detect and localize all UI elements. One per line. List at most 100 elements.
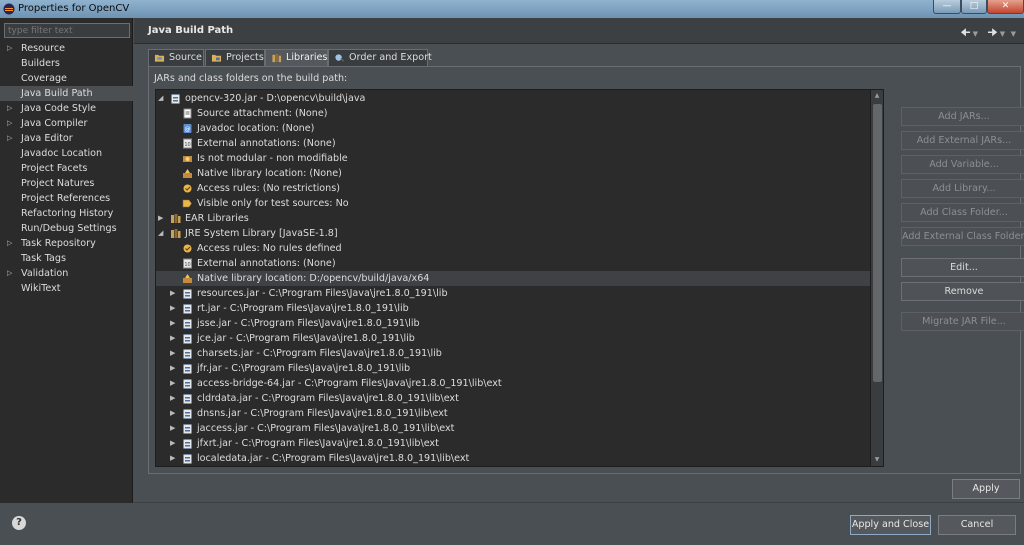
tree-row[interactable]: Native library location: D:/opencv/build… [156,271,870,286]
tree-scrollbar[interactable]: ▲ ▼ [870,90,883,466]
add-class-folder-button[interactable]: Add Class Folder... [901,203,1024,222]
edit-button[interactable]: Edit... [901,258,1024,277]
maximize-button[interactable]: □ [961,0,987,14]
chevron-right-icon[interactable]: ▷ [7,266,12,281]
tree-row[interactable]: Source attachment: (None) [156,106,870,121]
collapsed-twisty-icon[interactable]: ▶ [170,316,175,331]
scroll-thumb[interactable] [873,104,882,382]
apply-and-close-button[interactable]: Apply and Close [850,515,931,535]
tree-row-label: JRE System Library [JavaSE-1.8] [185,228,338,239]
view-menu-icon[interactable]: ▼ [1011,30,1016,38]
add-variable-button[interactable]: Add Variable... [901,155,1024,174]
tree-row[interactable]: ▶ jsse.jar - C:\Program Files\Java\jre1.8… [156,316,870,331]
tree-row[interactable]: ▶ charsets.jar - C:\Program Files\Java\jr… [156,346,870,361]
tree-row[interactable]: ▶ resources.jar - C:\Program Files\Java\j… [156,286,870,301]
add-external-class-folder-button[interactable]: Add External Class Folder... [901,227,1024,246]
tree-row[interactable]: Is not modular - non modifiable [156,151,870,166]
nav-item[interactable]: ▷ Java Code Style [0,101,133,116]
nav-item[interactable]: Java Build Path [0,86,133,101]
tab-projects[interactable]: Projects [205,49,265,66]
collapsed-twisty-icon[interactable]: ▶ [170,391,175,406]
tree-row[interactable]: ▶ rt.jar - C:\Program Files\Java\jre1.8.0… [156,301,870,316]
tree-row[interactable]: ◢ opencv-320.jar - D:\opencv\build\java [156,91,870,106]
add-library-button[interactable]: Add Library... [901,179,1024,198]
chevron-right-icon[interactable]: ▷ [7,131,12,146]
remove-button[interactable]: Remove [901,282,1024,301]
tree-row[interactable]: ▶ jfr.jar - C:\Program Files\Java\jre1.8.… [156,361,870,376]
nav-item[interactable]: ▷ Task Repository [0,236,133,251]
back-arrow-icon[interactable]: 🠈 [960,26,970,39]
migrate-jar-button[interactable]: Migrate JAR File... [901,312,1024,331]
chevron-right-icon[interactable]: ▷ [7,41,12,56]
scroll-up-icon[interactable]: ▲ [871,90,883,102]
tree-row[interactable]: ▶ access-bridge-64.jar - C:\Program Files… [156,376,870,391]
collapsed-twisty-icon[interactable]: ▶ [170,406,175,421]
chevron-down-icon[interactable]: ▼ [973,30,978,38]
tree-row[interactable]: ▶ dnsns.jar - C:\Program Files\Java\jre1.… [156,406,870,421]
chevron-down-icon[interactable]: ▼ [1000,30,1005,38]
tree-row[interactable]: Visible only for test sources: No [156,196,870,211]
tree-row[interactable]: 10 External annotations: (None) [156,136,870,151]
apply-button[interactable]: Apply [952,479,1020,499]
tree-row[interactable]: ◢ JRE System Library [JavaSE-1.8] [156,226,870,241]
collapsed-twisty-icon[interactable]: ▶ [170,451,175,466]
chevron-right-icon[interactable]: ▷ [7,101,12,116]
collapsed-twisty-icon[interactable]: ▶ [170,376,175,391]
tree-row[interactable]: ▶ jce.jar - C:\Program Files\Java\jre1.8.… [156,331,870,346]
expanded-twisty-icon[interactable]: ◢ [158,91,163,106]
collapsed-twisty-icon[interactable]: ▶ [170,436,175,451]
nav-item[interactable]: ▷ Validation [0,266,133,281]
nav-item-label: Resource [21,43,65,54]
cancel-button[interactable]: Cancel [938,515,1016,535]
filter-input[interactable] [4,23,130,38]
nav-item[interactable]: ▷ Java Editor [0,131,133,146]
collapsed-twisty-icon[interactable]: ▶ [170,331,175,346]
chevron-right-icon[interactable]: ▷ [7,236,12,251]
minimize-button[interactable]: — [933,0,961,14]
tree-row[interactable]: ▶ EAR Libraries [156,211,870,226]
tree-row-label: access-bridge-64.jar - C:\Program Files\… [197,378,502,389]
help-icon[interactable]: ? [12,516,26,530]
tree-row-label: rt.jar - C:\Program Files\Java\jre1.8.0_… [197,303,409,314]
forward-arrow-icon[interactable]: 🠊 [987,26,997,39]
tree-row[interactable]: Native library location: (None) [156,166,870,181]
nav-item[interactable]: Coverage [0,71,133,86]
collapsed-twisty-icon[interactable]: ▶ [158,211,163,226]
collapsed-twisty-icon[interactable]: ▶ [170,286,175,301]
nav-item-label: WikiText [21,283,61,294]
collapsed-twisty-icon[interactable]: ▶ [170,301,175,316]
close-button[interactable]: ✕ [987,0,1024,14]
nav-item[interactable]: Project Facets [0,161,133,176]
tree-row[interactable]: 10 External annotations: (None) [156,256,870,271]
tree-row[interactable]: ▶ jaccess.jar - C:\Program Files\Java\jre… [156,421,870,436]
nav-item[interactable]: Refactoring History [0,206,133,221]
native-library-icon [182,168,193,179]
nav-item[interactable]: ▷ Resource [0,41,133,56]
nav-item[interactable]: Javadoc Location [0,146,133,161]
tree-row[interactable]: ▶ jfxrt.jar - C:\Program Files\Java\jre1.… [156,436,870,451]
tab-libraries[interactable]: Libraries [265,49,328,67]
add-external-jars-button[interactable]: Add External JARs... [901,131,1024,150]
tree-row[interactable]: ▶ localedata.jar - C:\Program Files\Java\… [156,451,870,466]
collapsed-twisty-icon[interactable]: ▶ [170,361,175,376]
tree-row[interactable]: ▶ cldrdata.jar - C:\Program Files\Java\jr… [156,391,870,406]
nav-item[interactable]: WikiText [0,281,133,296]
collapsed-twisty-icon[interactable]: ▶ [170,346,175,361]
collapsed-twisty-icon[interactable]: ▶ [170,421,175,436]
nav-item[interactable]: ▷ Java Compiler [0,116,133,131]
build-path-tree[interactable]: ◢ opencv-320.jar - D:\opencv\build\java So… [155,89,884,467]
nav-item[interactable]: Project References [0,191,133,206]
nav-item[interactable]: Task Tags [0,251,133,266]
tab-source[interactable]: Source [148,49,204,66]
tree-row[interactable]: @ Javadoc location: (None) [156,121,870,136]
nav-item[interactable]: Run/Debug Settings [0,221,133,236]
nav-item[interactable]: Builders [0,56,133,71]
expanded-twisty-icon[interactable]: ◢ [158,226,163,241]
scroll-down-icon[interactable]: ▼ [871,454,883,466]
tab-order-and-export[interactable]: Order and Export [328,49,432,66]
chevron-right-icon[interactable]: ▷ [7,116,12,131]
tree-row[interactable]: Access rules: No rules defined [156,241,870,256]
nav-item[interactable]: Project Natures [0,176,133,191]
tree-row[interactable]: Access rules: (No restrictions) [156,181,870,196]
add-jars-button[interactable]: Add JARs... [901,107,1024,126]
